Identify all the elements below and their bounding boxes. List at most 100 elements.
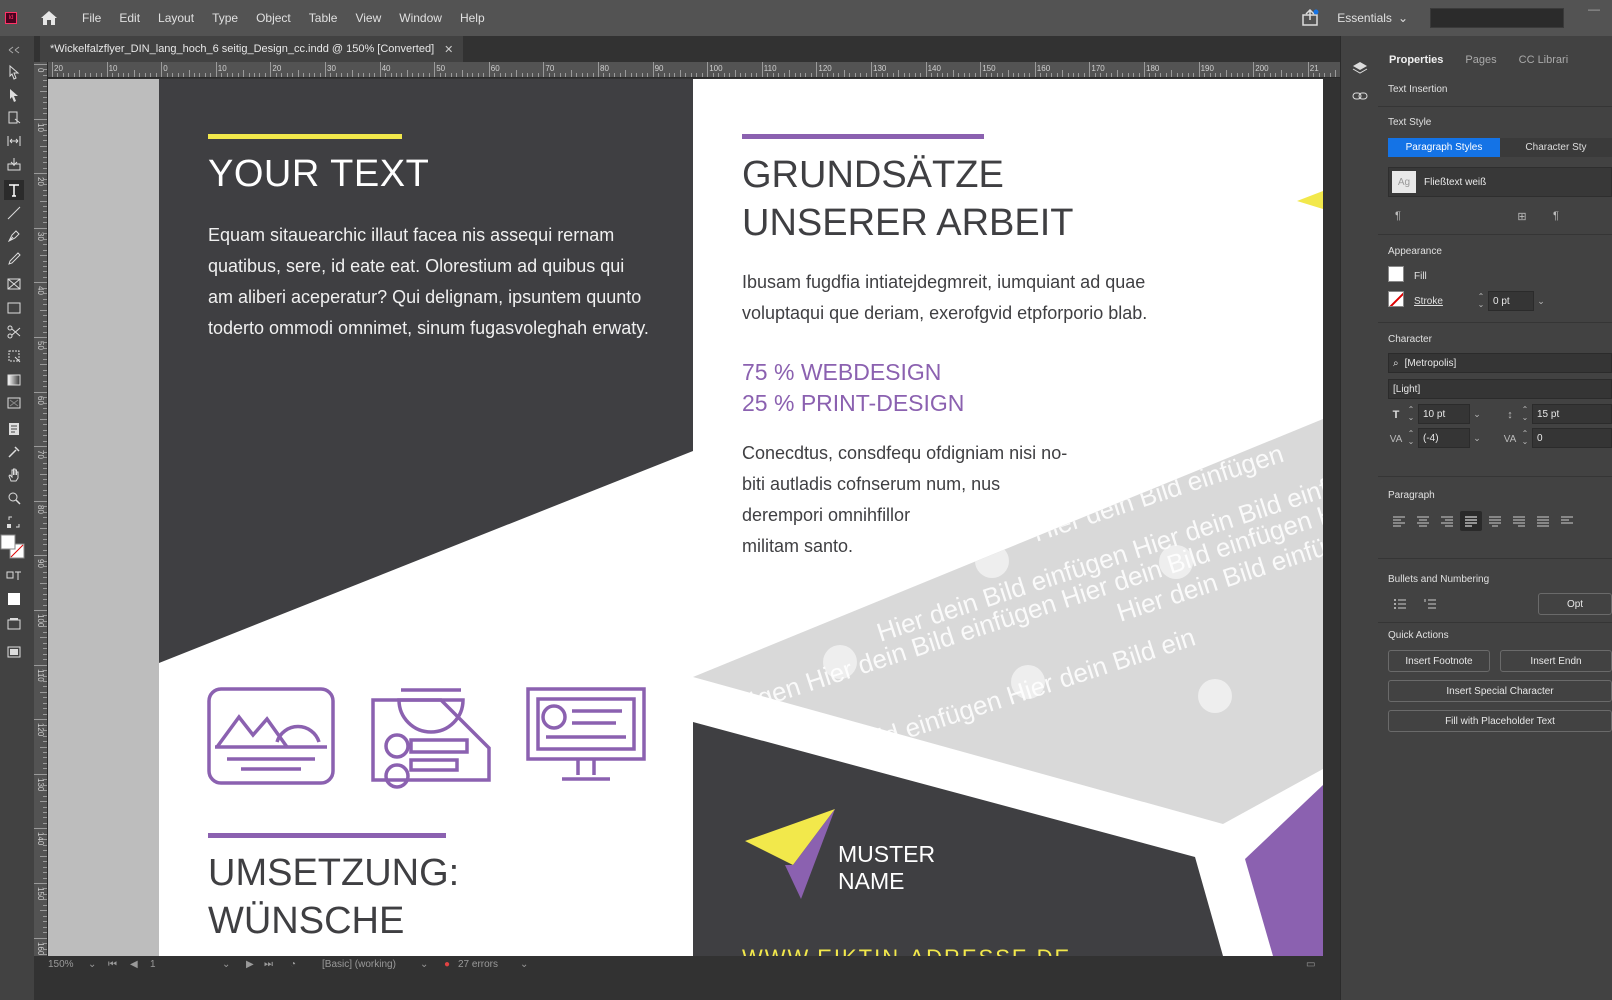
monitor-display-icon[interactable]	[526, 687, 646, 787]
zoom-level[interactable]: 150%	[48, 959, 74, 970]
menu-object[interactable]: Object	[247, 11, 300, 25]
font-family-field[interactable]: ⌕ [Metropolis]	[1388, 353, 1612, 373]
tracking-field[interactable]: 0	[1532, 428, 1612, 448]
left-body-text[interactable]: Equam sitauearchic illaut facea nis asse…	[208, 220, 649, 344]
horizontal-ruler[interactable]: 20 10 0 10 20 30 40 50 60 70 80 90 100 110 120 130 140 15…	[48, 62, 1340, 78]
left-heading-2[interactable]: UMSETZUNG: WÜNSCHE	[208, 849, 459, 945]
left-heading[interactable]: YOUR TEXT	[208, 153, 429, 196]
clear-overrides-icon[interactable]: ¶	[1548, 208, 1564, 224]
swap-fill-stroke-icon[interactable]	[4, 512, 24, 532]
fill-stroke-swatch-icon[interactable]	[0, 534, 26, 560]
kerning-stepper-icon[interactable]: ⌃ ⌄	[1406, 428, 1416, 448]
search-input[interactable]	[1430, 8, 1564, 28]
align-left-icon[interactable]	[1388, 511, 1410, 531]
rectangle-tool-icon[interactable]	[4, 298, 24, 318]
free-transform-tool-icon[interactable]	[4, 346, 24, 366]
menu-edit[interactable]: Edit	[110, 11, 149, 25]
flyer-left-panel[interactable]: YOUR TEXT Equam sitauearchic illaut face…	[159, 79, 693, 956]
right-heading[interactable]: GRUNDSÄTZE UNSERER ARBEIT	[742, 151, 1074, 247]
chevron-down-icon[interactable]: ⌄	[520, 959, 528, 970]
gradient-swatch-tool-icon[interactable]	[4, 370, 24, 390]
workspace-switcher[interactable]: Essentials ⌄	[1337, 11, 1408, 25]
brand-name[interactable]: MUSTER NAME	[838, 841, 935, 895]
justify-all-icon[interactable]	[1532, 511, 1554, 531]
fill-placeholder-text-button[interactable]: Fill with Placeholder Text	[1388, 710, 1612, 732]
insert-footnote-button[interactable]: Insert Footnote	[1388, 650, 1490, 672]
insert-endnote-button[interactable]: Insert Endn	[1500, 650, 1612, 672]
document-canvas[interactable]: YOUR TEXT Equam sitauearchic illaut face…	[48, 79, 1340, 956]
fill-swatch[interactable]	[1388, 266, 1404, 282]
font-size-field[interactable]: 10 pt	[1418, 404, 1470, 424]
align-center-icon[interactable]	[1412, 511, 1434, 531]
eyedropper-tool-icon[interactable]	[4, 442, 24, 462]
menu-view[interactable]: View	[346, 11, 390, 25]
gap-tool-icon[interactable]	[4, 131, 24, 151]
tab-properties[interactable]: Properties	[1378, 48, 1454, 72]
bullets-options-button[interactable]: Opt	[1538, 593, 1612, 615]
direct-selection-tool-icon[interactable]	[4, 85, 24, 105]
content-collector-tool-icon[interactable]	[4, 154, 24, 174]
new-style-icon[interactable]: ⊞	[1514, 208, 1530, 224]
hand-tool-icon[interactable]	[4, 465, 24, 485]
design-tools-icon[interactable]	[371, 684, 491, 790]
menu-window[interactable]: Window	[390, 11, 451, 25]
font-size-stepper-icon[interactable]: ⌃ ⌄	[1406, 404, 1416, 424]
font-style-field[interactable]: [Light]	[1388, 379, 1612, 399]
right-intro-text[interactable]: Ibusam fugdfia intiatejdegmreit, iumquia…	[742, 267, 1147, 329]
stroke-weight-field[interactable]: 0 pt	[1488, 291, 1534, 311]
note-tool-icon[interactable]	[4, 419, 24, 439]
gradient-feather-tool-icon[interactable]	[4, 393, 24, 413]
justify-center-icon[interactable]	[1484, 511, 1506, 531]
service-stats[interactable]: 75 % WEBDESIGN 25 % PRINT-DESIGN	[742, 357, 964, 419]
page-number[interactable]: 1	[150, 959, 156, 970]
split-view-icon[interactable]: ▭	[1306, 959, 1315, 970]
menu-layout[interactable]: Layout	[149, 11, 203, 25]
first-page-icon[interactable]: ⏮	[108, 959, 117, 970]
preflight-status-icon[interactable]: ◔	[290, 959, 296, 970]
apply-color-icon[interactable]	[4, 589, 24, 609]
menu-file[interactable]: File	[73, 11, 110, 25]
zoom-tool-icon[interactable]	[4, 488, 24, 508]
insert-special-character-button[interactable]: Insert Special Character	[1388, 680, 1612, 702]
stroke-label[interactable]: Stroke	[1414, 296, 1443, 307]
numbered-list-icon[interactable]	[1422, 596, 1438, 612]
paragraph-mark-icon[interactable]: ¶	[1390, 208, 1406, 224]
chevron-down-icon[interactable]: ⌄	[1534, 291, 1548, 311]
links-icon[interactable]	[1352, 88, 1368, 104]
leading-stepper-icon[interactable]: ⌃ ⌄	[1520, 404, 1530, 424]
rectangle-frame-tool-icon[interactable]	[4, 274, 24, 294]
stroke-swatch[interactable]	[1388, 291, 1404, 307]
right-body-text[interactable]: Conecdtus, consdfequ ofdigniam nisi no- …	[742, 438, 1067, 562]
next-page-icon[interactable]: ▶	[246, 959, 254, 970]
chevron-down-icon[interactable]: ⌄	[1470, 428, 1484, 448]
align-toward-spine-icon[interactable]	[1556, 511, 1578, 531]
selection-tool-icon[interactable]	[4, 62, 24, 82]
landscape-image-icon[interactable]	[207, 687, 335, 787]
stroke-weight-stepper-icon[interactable]: ⌃ ⌄	[1476, 291, 1486, 311]
leading-field[interactable]: 15 pt	[1532, 404, 1612, 424]
tab-character-styles[interactable]: Character Sty	[1500, 138, 1612, 157]
tab-pages[interactable]: Pages	[1454, 48, 1507, 72]
chevron-down-icon[interactable]: ⌄	[1470, 404, 1484, 424]
type-tool-icon[interactable]	[4, 180, 24, 200]
scissors-tool-icon[interactable]	[4, 322, 24, 342]
vertical-ruler[interactable]: 0 10 20 30 40 50 60 70 80 90 100 110 120 130 140 150 160…	[34, 62, 48, 956]
tab-paragraph-styles[interactable]: Paragraph Styles	[1388, 138, 1500, 157]
preflight-profile[interactable]: [Basic] (working)	[322, 959, 396, 970]
menu-type[interactable]: Type	[203, 11, 247, 25]
screen-mode-icon[interactable]	[4, 614, 24, 634]
justify-left-icon[interactable]	[1460, 511, 1482, 531]
bulleted-list-icon[interactable]	[1392, 596, 1408, 612]
formatting-affects-text-icon[interactable]	[4, 566, 24, 586]
chevron-down-icon[interactable]: ⌄	[88, 959, 96, 970]
view-mode-icon[interactable]	[4, 642, 24, 662]
kerning-field[interactable]: (-4)	[1418, 428, 1470, 448]
line-tool-icon[interactable]	[4, 203, 24, 223]
layers-icon[interactable]	[1352, 60, 1368, 76]
website-url[interactable]: WWW.EIKTIN-ADRESSE.DE	[742, 945, 1071, 956]
page-tool-icon[interactable]	[4, 108, 24, 128]
home-icon[interactable]	[39, 8, 59, 28]
chevron-down-icon[interactable]: ⌄	[222, 959, 230, 970]
justify-right-icon[interactable]	[1508, 511, 1530, 531]
tab-cc-libraries[interactable]: CC Librari	[1508, 48, 1580, 72]
